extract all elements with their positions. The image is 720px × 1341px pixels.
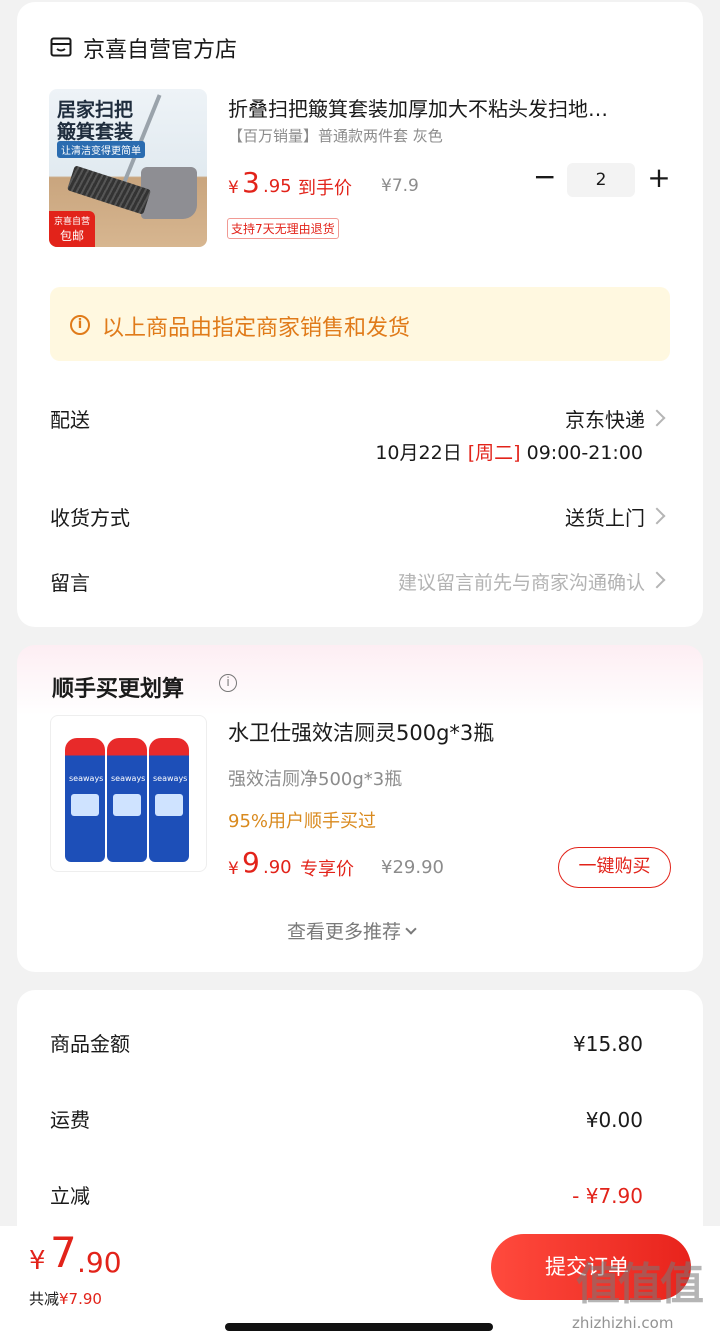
watermark-url: zhizhizhi.com (572, 1314, 674, 1332)
total-symbol: ¥ (29, 1246, 46, 1276)
delivery-date: 10月22日 (375, 442, 462, 464)
product-image[interactable]: 居家扫把 簸箕套装 让清洁变得更简单 京喜自营 包邮 (49, 89, 207, 247)
home-indicator[interactable] (225, 1323, 493, 1331)
summary-label: 商品金额 (50, 1032, 130, 1056)
watermark-logo: 值值值 (576, 1259, 704, 1310)
receive-method-value[interactable]: 送货上门 (565, 502, 645, 531)
chevron-right-icon[interactable] (648, 409, 666, 427)
store-name[interactable]: 京喜自营官方店 (83, 32, 237, 64)
quantity-plus-button[interactable]: + (647, 164, 671, 192)
price-symbol: ¥ (228, 859, 239, 879)
jx-self-operated-badge: 京喜自营 包邮 (49, 211, 95, 247)
bottle-graphic: seaways (107, 738, 147, 862)
bottle-graphic: seaways (65, 738, 105, 862)
product-spec[interactable]: 【百万销量】普通款两件套 灰色 (228, 125, 443, 146)
recommend-product-spec: 强效洁厕净500g*3瓶 (228, 769, 403, 790)
product-image-caption: 居家扫把 簸箕套装 (57, 99, 134, 143)
price-summary-card: 商品金额 ¥15.80 运费 ¥0.00 立减 - ¥7.90 (17, 990, 703, 1250)
chevron-right-icon[interactable] (648, 571, 666, 589)
summary-value: ¥0.00 (585, 1108, 643, 1132)
info-icon: i (70, 315, 90, 335)
message-label: 留言 (50, 571, 90, 595)
chevron-right-icon[interactable] (648, 507, 666, 525)
original-price: ¥7.9 (381, 176, 419, 196)
price-tag: 到手价 (298, 178, 352, 199)
recommend-product-image[interactable]: seaways seaways seaways (50, 715, 207, 872)
quantity-minus-button[interactable]: − (533, 163, 556, 191)
delivery-weekday: [周二] (467, 442, 521, 464)
checkout-bar: ¥ 7 .90 共减¥7.90 提交订单 值值值 zhizhizhi.com (0, 1226, 720, 1341)
summary-label: 运费 (50, 1108, 90, 1132)
delivery-time[interactable]: 10月22日 [周二] 09:00-21:00 (375, 438, 643, 465)
message-input[interactable]: 建议留言前先与商家沟通确认 (398, 568, 645, 595)
original-price: ¥29.90 (381, 857, 444, 878)
discount-value: - ¥7.90 (572, 1184, 643, 1208)
recommend-social-proof: 95%用户顺手买过 (228, 811, 377, 832)
seller-notice: i 以上商品由指定商家销售和发货 (50, 287, 670, 361)
price-decimal: .90 (263, 857, 292, 878)
bottle-graphic: seaways (149, 738, 189, 862)
price-decimal: .95 (263, 176, 292, 197)
price-integer: 9 (242, 846, 260, 879)
price-tag: 专享价 (300, 859, 354, 880)
delivery-method[interactable]: 京东快递 (565, 404, 645, 433)
site-watermark: 值值值 zhizhizhi.com (572, 1248, 718, 1334)
recommend-title: 顺手买更划算 (52, 677, 185, 702)
product-image-tagline: 让清洁变得更简单 (57, 141, 145, 158)
broom-head-graphic (66, 165, 152, 215)
delivery-label: 配送 (50, 408, 90, 432)
quantity-input[interactable]: 2 (567, 163, 635, 197)
see-more-recommendations[interactable]: 查看更多推荐 (287, 917, 417, 944)
seller-notice-text: 以上商品由指定商家销售和发货 (102, 316, 411, 341)
order-store-card: 京喜自营官方店 居家扫把 簸箕套装 让清洁变得更简单 京喜自营 包邮 折叠扫把簸箕套… (17, 2, 703, 627)
see-more-label: 查看更多推荐 (287, 921, 402, 943)
return-policy-badge: 支持7天无理由退货 (227, 218, 339, 239)
total-saved: 共减¥7.90 (29, 1290, 102, 1308)
price-symbol: ¥ (228, 178, 239, 198)
recommend-card: 顺手买更划算 i seaways seaways seaways 水卫仕强效洁厕… (17, 645, 703, 972)
recommend-product-title[interactable]: 水卫仕强效洁厕灵500g*3瓶 (228, 717, 494, 747)
product-title[interactable]: 折叠扫把簸箕套装加厚加大不粘头发扫地… (228, 93, 668, 122)
total-decimal: .90 (77, 1246, 122, 1279)
receive-method-label: 收货方式 (50, 506, 130, 530)
chevron-down-icon (405, 923, 417, 935)
summary-value: ¥15.80 (573, 1032, 643, 1056)
total-integer: 7 (50, 1228, 77, 1277)
delivery-window: 09:00-21:00 (526, 442, 643, 464)
summary-label: 立减 (50, 1184, 90, 1208)
price-integer: 3 (242, 166, 260, 199)
info-icon[interactable]: i (219, 674, 237, 692)
one-click-buy-button[interactable]: 一键购买 (558, 847, 671, 888)
store-icon (50, 37, 72, 57)
